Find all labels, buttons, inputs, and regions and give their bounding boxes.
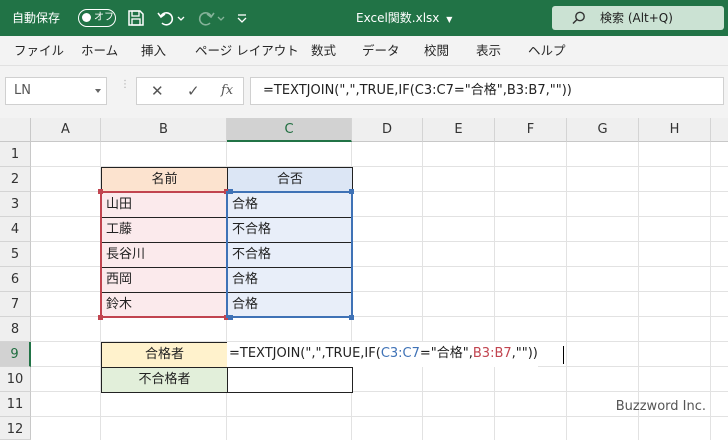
- autosave-toggle[interactable]: オフ: [78, 9, 116, 27]
- autosave-state: オフ: [94, 12, 114, 23]
- range-handle[interactable]: [98, 189, 103, 194]
- formula-part: ="合格",: [419, 346, 473, 361]
- row-header-3[interactable]: 3: [0, 192, 31, 217]
- row-header-9[interactable]: 9: [0, 342, 31, 367]
- document-filename: Excel関数.xlsx: [356, 11, 440, 25]
- row-header-2[interactable]: 2: [0, 167, 31, 192]
- search-label: 検索 (Alt+Q): [600, 11, 673, 25]
- text-cursor: [563, 346, 564, 364]
- range-handle[interactable]: [98, 315, 103, 320]
- select-all-corner[interactable]: [0, 118, 31, 142]
- formula-input[interactable]: =TEXTJOIN(",",TRUE,IF(C3:C7="合格",B3:B7,"…: [250, 77, 724, 105]
- row-header-12[interactable]: 12: [0, 417, 31, 440]
- range-highlight-b3-b7: [100, 191, 228, 318]
- name-box-value: LN: [14, 83, 31, 98]
- autosave-label: 自動保存: [12, 11, 61, 25]
- tab-insert[interactable]: 挿入: [141, 36, 166, 66]
- watermark: Buzzword Inc.: [615, 399, 706, 414]
- undo-icon[interactable]: [156, 8, 176, 28]
- column-header-e[interactable]: E: [423, 118, 495, 142]
- toggle-knob: [82, 13, 91, 22]
- formula-bar-grip-icon: ⋮: [120, 79, 130, 90]
- cancel-icon[interactable]: ✕: [151, 78, 164, 104]
- row-header-8[interactable]: 8: [0, 317, 31, 342]
- column-header-g[interactable]: G: [567, 118, 639, 142]
- row-header-6[interactable]: 6: [0, 267, 31, 292]
- tab-data[interactable]: データ: [362, 36, 400, 66]
- column-header-d[interactable]: D: [352, 118, 423, 142]
- tab-formulas[interactable]: 数式: [311, 36, 336, 66]
- formula-part: =TEXTJOIN(",",TRUE,IF(: [229, 346, 381, 361]
- cell-b9-pass-label[interactable]: 合格者: [101, 342, 228, 368]
- tab-help[interactable]: ヘルプ: [528, 36, 566, 66]
- range-handle[interactable]: [349, 315, 354, 320]
- column-header-h[interactable]: H: [639, 118, 711, 142]
- cell-b2-header-name[interactable]: 名前: [101, 167, 228, 193]
- row-header-10[interactable]: 10: [0, 367, 31, 392]
- formula-text: =TEXTJOIN(",",TRUE,IF(C3:C7="合格",B3:B7,"…: [263, 83, 572, 98]
- name-box[interactable]: LN: [5, 77, 107, 105]
- range-handle[interactable]: [228, 315, 233, 320]
- column-header-c[interactable]: C: [227, 118, 352, 142]
- undo-dropdown-icon[interactable]: [176, 8, 186, 28]
- ribbon-tabs: ファイル ホーム 挿入 ページ レイアウト 数式 データ 校閲 表示 ヘルプ: [0, 36, 728, 66]
- column-header-b[interactable]: B: [101, 118, 227, 142]
- cell-c9-editing[interactable]: =TEXTJOIN(",",TRUE,IF(C3:C7="合格",B3:B7,"…: [227, 342, 538, 367]
- row-header-7[interactable]: 7: [0, 292, 31, 317]
- formula-ref-c3-c7: C3:C7: [380, 346, 420, 361]
- worksheet-grid[interactable]: A B C D E F G H 1 2 3 4 5 6 7 8 9 10 11 …: [0, 118, 728, 440]
- tab-home[interactable]: ホーム: [81, 36, 118, 66]
- cell-b10-fail-label[interactable]: 不合格者: [101, 367, 228, 393]
- formula-ref-b3-b7: B3:B7: [472, 346, 512, 361]
- row-header-4[interactable]: 4: [0, 217, 31, 242]
- range-highlight-c3-c7: [226, 191, 353, 318]
- chevron-down-icon: ▼: [446, 15, 453, 24]
- enter-icon[interactable]: ✓: [187, 78, 200, 104]
- save-icon[interactable]: [126, 8, 146, 28]
- formula-bar-area: LN ⋮ ✕ ✓ fx =TEXTJOIN(",",TRUE,IF(C3:C7=…: [0, 66, 728, 118]
- customize-toolbar-icon[interactable]: [236, 8, 248, 28]
- formula-part: ,"")): [511, 346, 538, 361]
- tab-view[interactable]: 表示: [476, 36, 501, 66]
- column-header-partial: [711, 118, 728, 142]
- column-header-a[interactable]: A: [31, 118, 101, 142]
- column-header-f[interactable]: F: [495, 118, 567, 142]
- range-handle[interactable]: [228, 189, 233, 194]
- cell-c2-header-result[interactable]: 合否: [227, 167, 353, 193]
- tab-page-layout[interactable]: ページ レイアウト: [195, 36, 299, 66]
- tab-file[interactable]: ファイル: [14, 36, 64, 66]
- range-handle[interactable]: [349, 189, 354, 194]
- gridline: [31, 416, 728, 417]
- row-header-5[interactable]: 5: [0, 242, 31, 267]
- redo-icon[interactable]: [196, 8, 216, 28]
- name-box-dropdown-icon[interactable]: [95, 89, 101, 93]
- title-bar: 自動保存 オフ Excel関数.xlsx ▼ 検索 (Alt+Q): [0, 0, 728, 36]
- search-box[interactable]: 検索 (Alt+Q): [552, 6, 724, 30]
- redo-dropdown-icon[interactable]: [216, 8, 226, 28]
- row-header-1[interactable]: 1: [0, 142, 31, 167]
- tab-review[interactable]: 校閲: [424, 36, 449, 66]
- search-icon: [572, 11, 585, 25]
- cell-c10[interactable]: [227, 367, 353, 393]
- formula-bar-tools: ✕ ✓ fx: [136, 77, 244, 105]
- document-title[interactable]: Excel関数.xlsx ▼: [356, 0, 452, 36]
- insert-function-icon[interactable]: fx: [221, 78, 233, 104]
